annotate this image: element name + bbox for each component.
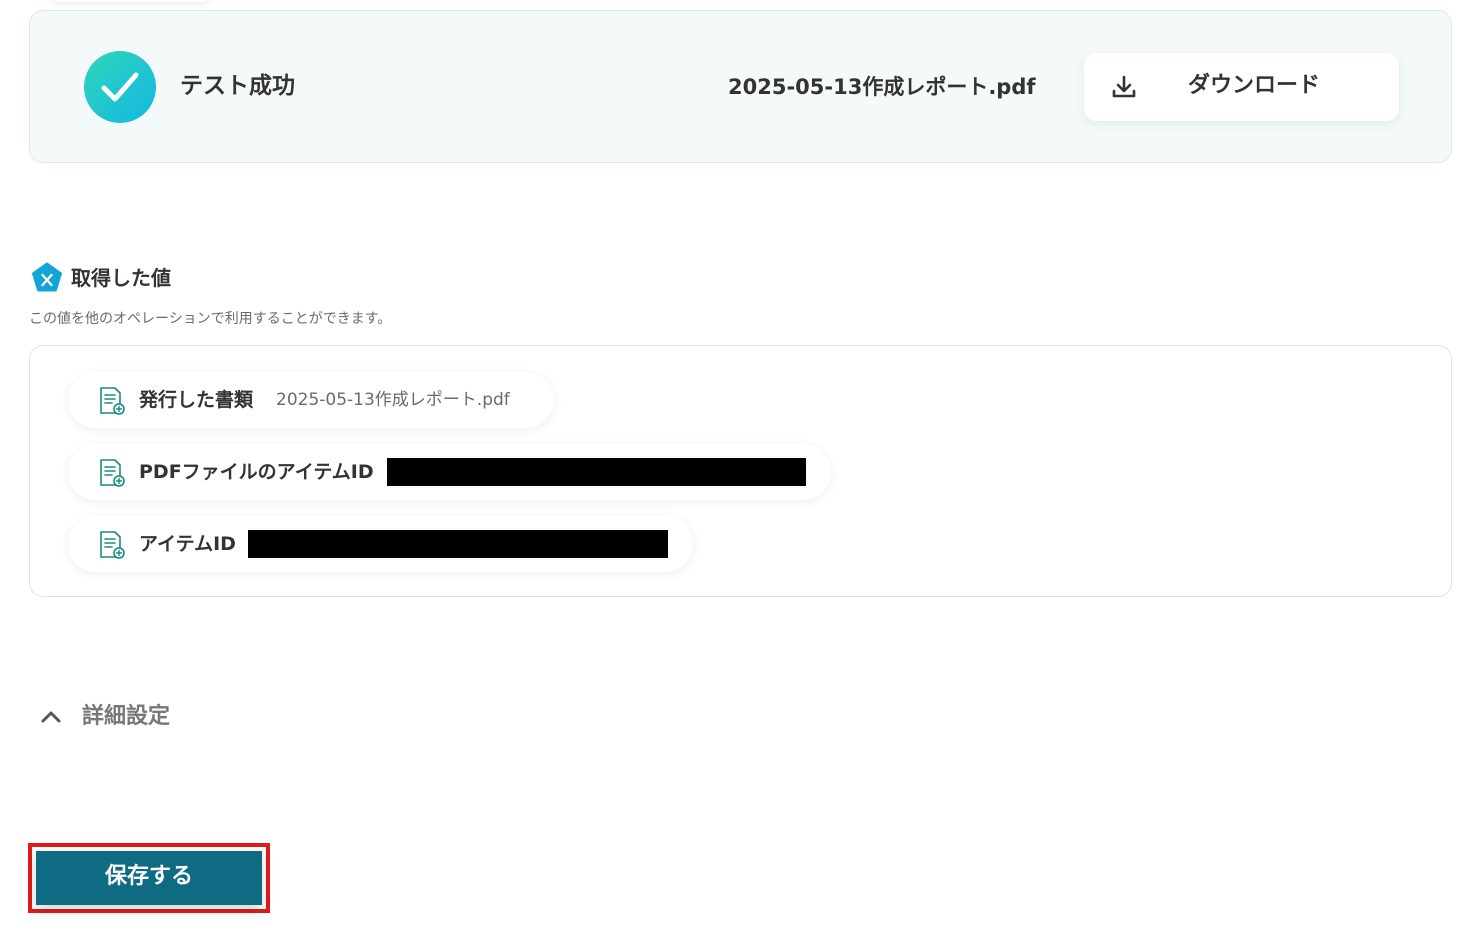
retrieved-values-list: 発行した書類 2025-05-13作成レポート.pdf PDFファイルのアイテム… — [29, 345, 1452, 597]
download-button[interactable]: ダウンロード — [1084, 53, 1399, 121]
document-icon — [100, 531, 125, 559]
save-button[interactable]: 保存する — [36, 851, 262, 905]
download-label: ダウンロード — [1188, 73, 1321, 98]
success-check-icon — [84, 51, 156, 123]
advanced-settings-label: 詳細設定 — [82, 704, 171, 729]
page: テスト成功 2025-05-13作成レポート.pdf ダウンロード 取得した値 … — [0, 0, 1483, 933]
retrieved-values-description: この値を他のオペレーションで利用することができます。 — [29, 311, 392, 327]
value-item-label: 発行した書類 — [139, 389, 254, 411]
retrieved-values-title: 取得した値 — [71, 266, 171, 290]
redacted-value — [248, 530, 668, 558]
value-item-value: 2025-05-13作成レポート.pdf — [276, 390, 510, 410]
save-button-label: 保存する — [104, 864, 193, 889]
value-item-label: PDFファイルのアイテムID — [139, 461, 374, 483]
value-item-pdf-file-item-id[interactable]: PDFファイルのアイテムID — [68, 444, 831, 500]
generated-file-name: 2025-05-13作成レポート.pdf — [728, 75, 1036, 99]
value-item-item-id[interactable]: アイテムID — [68, 516, 693, 572]
document-icon — [100, 459, 125, 487]
advanced-settings-toggle[interactable]: 詳細設定 — [36, 700, 206, 734]
top-card-fragment — [50, 0, 210, 2]
download-icon — [1112, 75, 1136, 98]
value-item-label: アイテムID — [139, 533, 236, 555]
document-icon — [100, 387, 125, 415]
test-success-card: テスト成功 2025-05-13作成レポート.pdf ダウンロード — [29, 10, 1452, 163]
chevron-up-icon — [41, 711, 61, 723]
redacted-value — [387, 458, 806, 486]
test-status-label: テスト成功 — [180, 73, 295, 99]
variable-x-icon — [32, 262, 62, 292]
value-item-issued-document[interactable]: 発行した書類 2025-05-13作成レポート.pdf — [68, 372, 554, 428]
